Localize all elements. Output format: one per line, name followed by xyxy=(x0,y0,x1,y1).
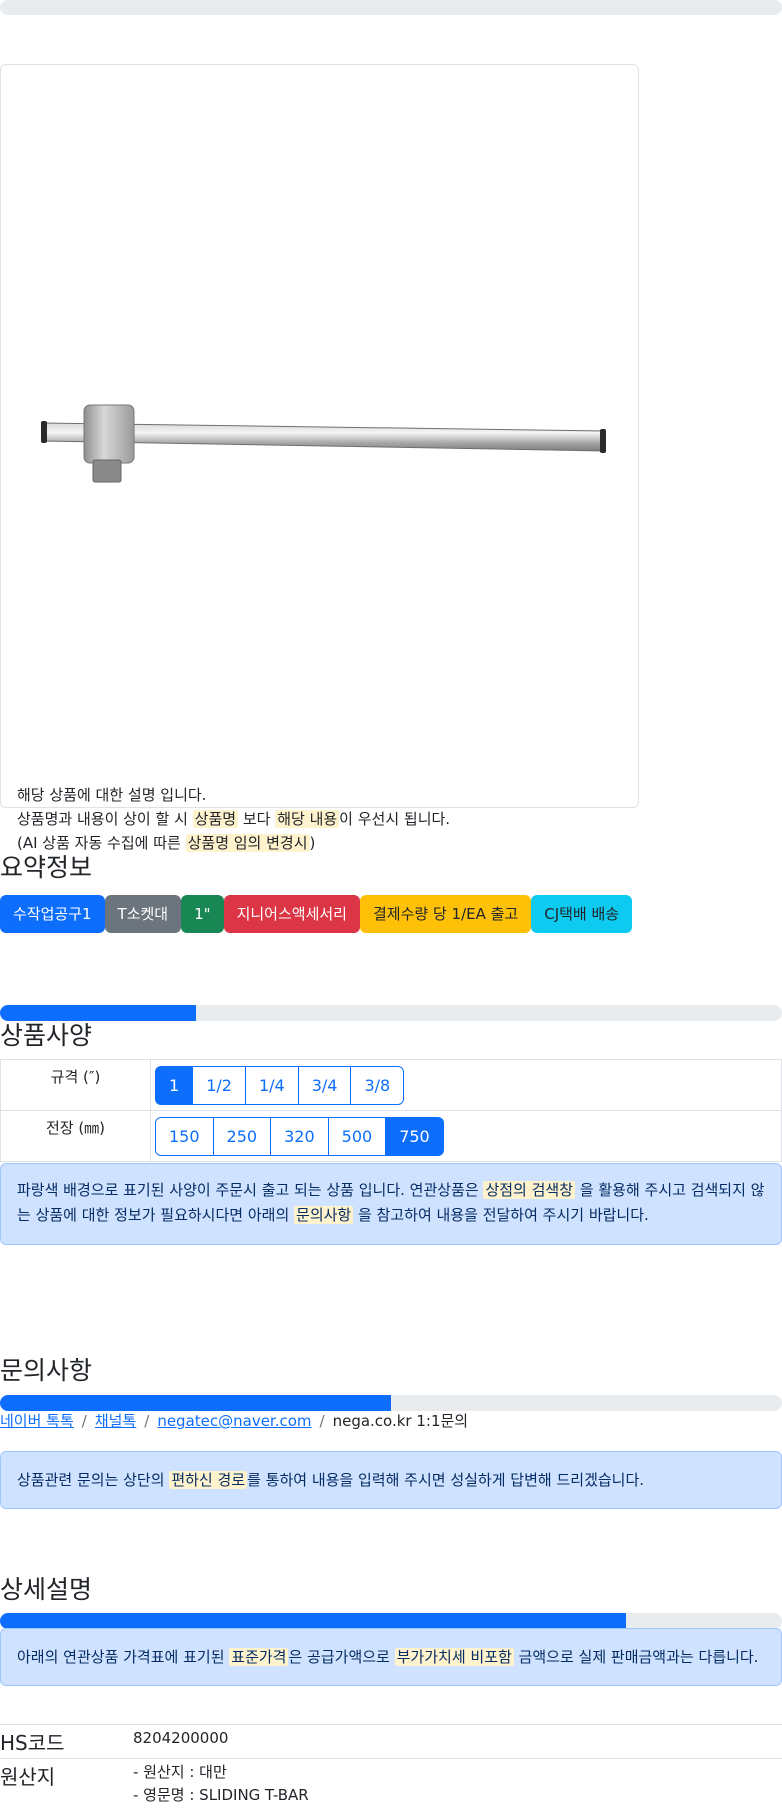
one-to-one-inquiry: nega.co.kr 1:1문의 xyxy=(332,1412,469,1430)
spec-notice: 파랑색 배경으로 표기된 사양이 주문시 출고 되는 상품 입니다. 연관상품은… xyxy=(0,1163,782,1245)
spec-table: 규격 (″) 1 1/2 1/4 3/4 3/8 전장 (㎜) 150 250 … xyxy=(0,1059,782,1162)
badge-size: 1" xyxy=(181,895,224,933)
email-link[interactable]: negatec@naver.com xyxy=(157,1412,311,1430)
badge-type: T소켓대 xyxy=(104,895,182,933)
specs-title: 상품사양 xyxy=(0,1021,93,1050)
info-value-english-name: - 영문명 : SLIDING T-BAR xyxy=(133,1786,309,1804)
naver-talk-link[interactable]: 네이버 톡톡 xyxy=(0,1412,74,1430)
length-option-750[interactable]: 750 xyxy=(385,1116,444,1156)
inquiry-title: 문의사항 xyxy=(0,1356,93,1385)
spec-row-length: 전장 (㎜) 150 250 320 500 750 xyxy=(0,1110,782,1162)
detail-notice: 아래의 연관상품 가격표에 표기된 표준가격 은 공급가액으로 부가가치세 비포함… xyxy=(0,1628,782,1686)
size-option-3-4[interactable]: 3/4 xyxy=(297,1065,352,1105)
t-socket-bar-image xyxy=(41,404,606,483)
detail-progress-bar xyxy=(0,1613,782,1629)
inquiry-notice: 상품관련 문의는 상단의 편하신 경로 를 통하여 내용을 입력해 주시면 성실하… xyxy=(0,1451,782,1509)
length-options: 150 250 320 500 750 xyxy=(155,1116,781,1156)
product-image-card: 해당 상품에 대한 설명 입니다. 상품명과 내용이 상이 할 시 상품명 보다… xyxy=(0,64,639,852)
description-line-1: 해당 상품에 대한 설명 입니다. xyxy=(17,786,207,804)
product-description: 해당 상품에 대한 설명 입니다. 상품명과 내용이 상이 할 시 상품명 보다… xyxy=(17,783,450,855)
info-key-origin: 원산지 xyxy=(0,1765,56,1789)
info-value-origin: - 원산지 : 대만 xyxy=(133,1763,227,1781)
size-option-1[interactable]: 1 xyxy=(155,1065,194,1105)
info-row-hs-code: HS코드 8204200000 xyxy=(0,1724,782,1759)
badge-quantity: 결제수량 당 1/EA 출고 xyxy=(359,895,532,933)
length-option-150[interactable]: 150 xyxy=(155,1116,214,1156)
channel-talk-link[interactable]: 채널톡 xyxy=(95,1412,136,1430)
info-key-hs-code: HS코드 xyxy=(0,1731,65,1755)
info-value-hs-code: 8204200000 xyxy=(133,1729,229,1747)
badge-shipping: CJ택배 배송 xyxy=(531,895,633,933)
specs-progress-bar xyxy=(0,1005,782,1021)
info-row-origin: 원산지 - 원산지 : 대만 - 영문명 : SLIDING T-BAR xyxy=(0,1758,782,1808)
badge-category: 수작업공구1 xyxy=(0,895,105,933)
size-option-3-8[interactable]: 3/8 xyxy=(350,1065,405,1105)
spec-label-size: 규격 (″) xyxy=(0,1059,151,1111)
top-progress-bar xyxy=(0,0,782,15)
size-options: 1 1/2 1/4 3/4 3/8 xyxy=(155,1065,781,1105)
summary-title: 요약정보 xyxy=(0,853,93,882)
product-info-table: HS코드 8204200000 원산지 - 원산지 : 대만 - 영문명 : S… xyxy=(0,1724,782,1807)
size-option-1-2[interactable]: 1/2 xyxy=(192,1065,246,1105)
length-option-250[interactable]: 250 xyxy=(212,1116,272,1156)
spec-label-length: 전장 (㎜) xyxy=(0,1110,151,1162)
description-line-2: 상품명과 내용이 상이 할 시 상품명 보다 해당 내용 이 우선시 됩니다. xyxy=(17,810,451,828)
contact-links: 네이버 톡톡 / 채널톡 / negatec@naver.com / nega.co.kr … xyxy=(0,1412,469,1430)
length-option-320[interactable]: 320 xyxy=(270,1116,329,1156)
length-option-500[interactable]: 500 xyxy=(327,1116,387,1156)
detail-title: 상세설명 xyxy=(0,1575,93,1604)
inquiry-progress-bar xyxy=(0,1395,782,1411)
size-option-1-4[interactable]: 1/4 xyxy=(244,1065,299,1105)
spec-row-size: 규격 (″) 1 1/2 1/4 3/4 3/8 xyxy=(0,1059,782,1111)
badge-brand: 지니어스액세서리 xyxy=(223,895,360,933)
summary-badges: 수작업공구1 T소켓대 1" 지니어스액세서리 결제수량 당 1/EA 출고 C… xyxy=(0,895,633,933)
